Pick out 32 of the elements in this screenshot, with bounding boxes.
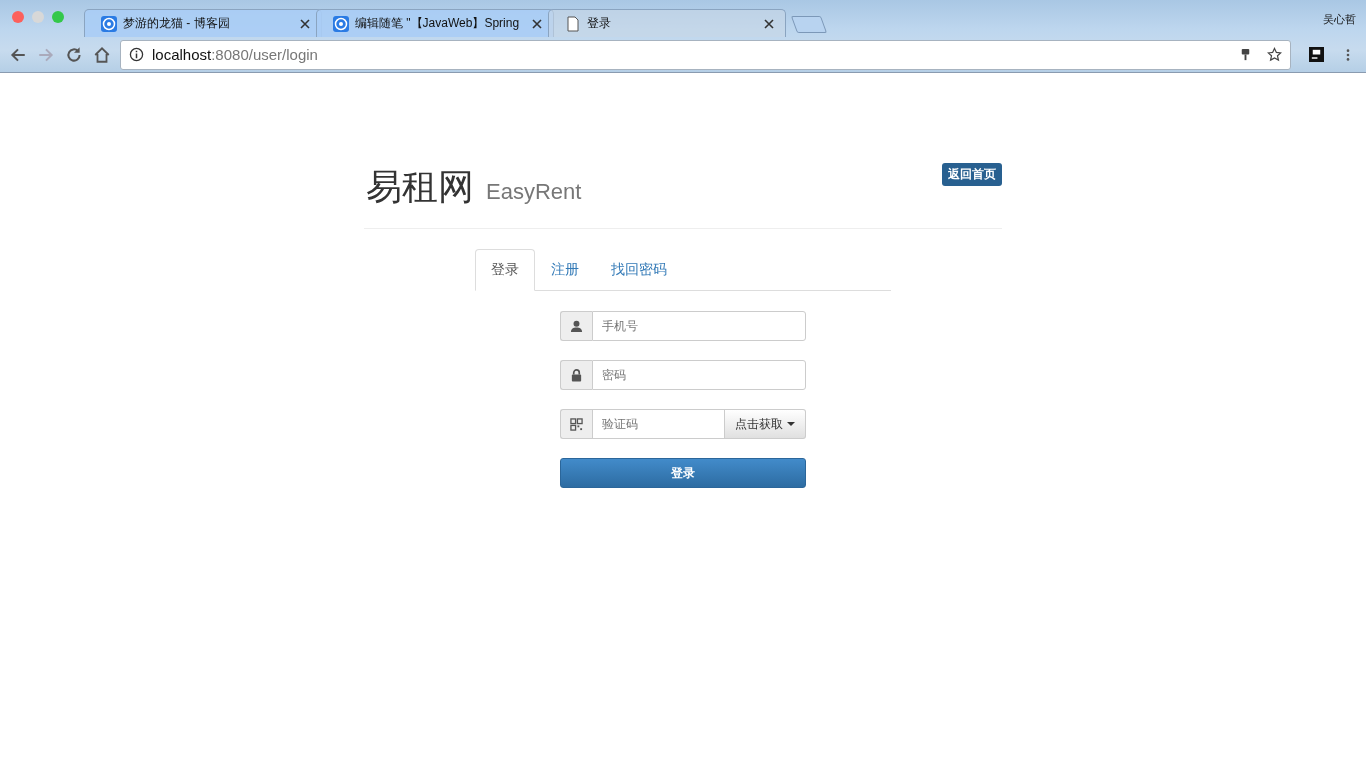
site-subtitle: EasyRent xyxy=(486,179,582,205)
nav-tab[interactable]: 注册 xyxy=(535,249,595,291)
browser-tab[interactable]: 登录 xyxy=(548,9,786,37)
extension-icon[interactable] xyxy=(1309,47,1324,62)
qr-code-icon xyxy=(560,409,592,439)
get-code-button[interactable]: 点击获取 xyxy=(725,409,806,439)
input-field[interactable]: 密码 xyxy=(592,360,806,390)
caret-icon xyxy=(787,422,795,426)
page-icon xyxy=(565,15,581,32)
person-icon xyxy=(560,311,592,341)
menu-icon[interactable] xyxy=(1346,47,1350,62)
home-icon[interactable] xyxy=(93,45,111,64)
site-title: 易租网 xyxy=(366,165,474,209)
browser-tab[interactable]: 编辑随笔 "【JavaWeb】Spring xyxy=(316,9,554,37)
lock-icon xyxy=(560,360,592,390)
site-favicon-icon xyxy=(101,15,117,32)
info-icon[interactable] xyxy=(129,47,144,62)
input-field[interactable]: 验证码 xyxy=(592,409,725,439)
nav-tab[interactable]: 找回密码 xyxy=(595,249,683,291)
close-tab-icon[interactable] xyxy=(299,17,311,30)
login-button[interactable]: 登录 xyxy=(560,458,806,488)
home-button[interactable]: 返回首页 xyxy=(942,163,1002,186)
nav-tab[interactable]: 登录 xyxy=(475,249,535,291)
bookmark-star-icon[interactable] xyxy=(1267,47,1282,62)
input-field[interactable]: 手机号 xyxy=(592,311,806,341)
close-tab-icon[interactable] xyxy=(763,17,775,30)
close-tab-icon[interactable] xyxy=(531,17,543,30)
site-favicon-icon xyxy=(333,15,349,32)
profile-name[interactable]: 吴心哲 xyxy=(1323,12,1356,27)
reload-icon[interactable] xyxy=(65,45,83,64)
url-text: localhost:8080/user/login xyxy=(152,46,319,63)
address-bar[interactable]: localhost:8080/user/login xyxy=(120,39,1291,70)
